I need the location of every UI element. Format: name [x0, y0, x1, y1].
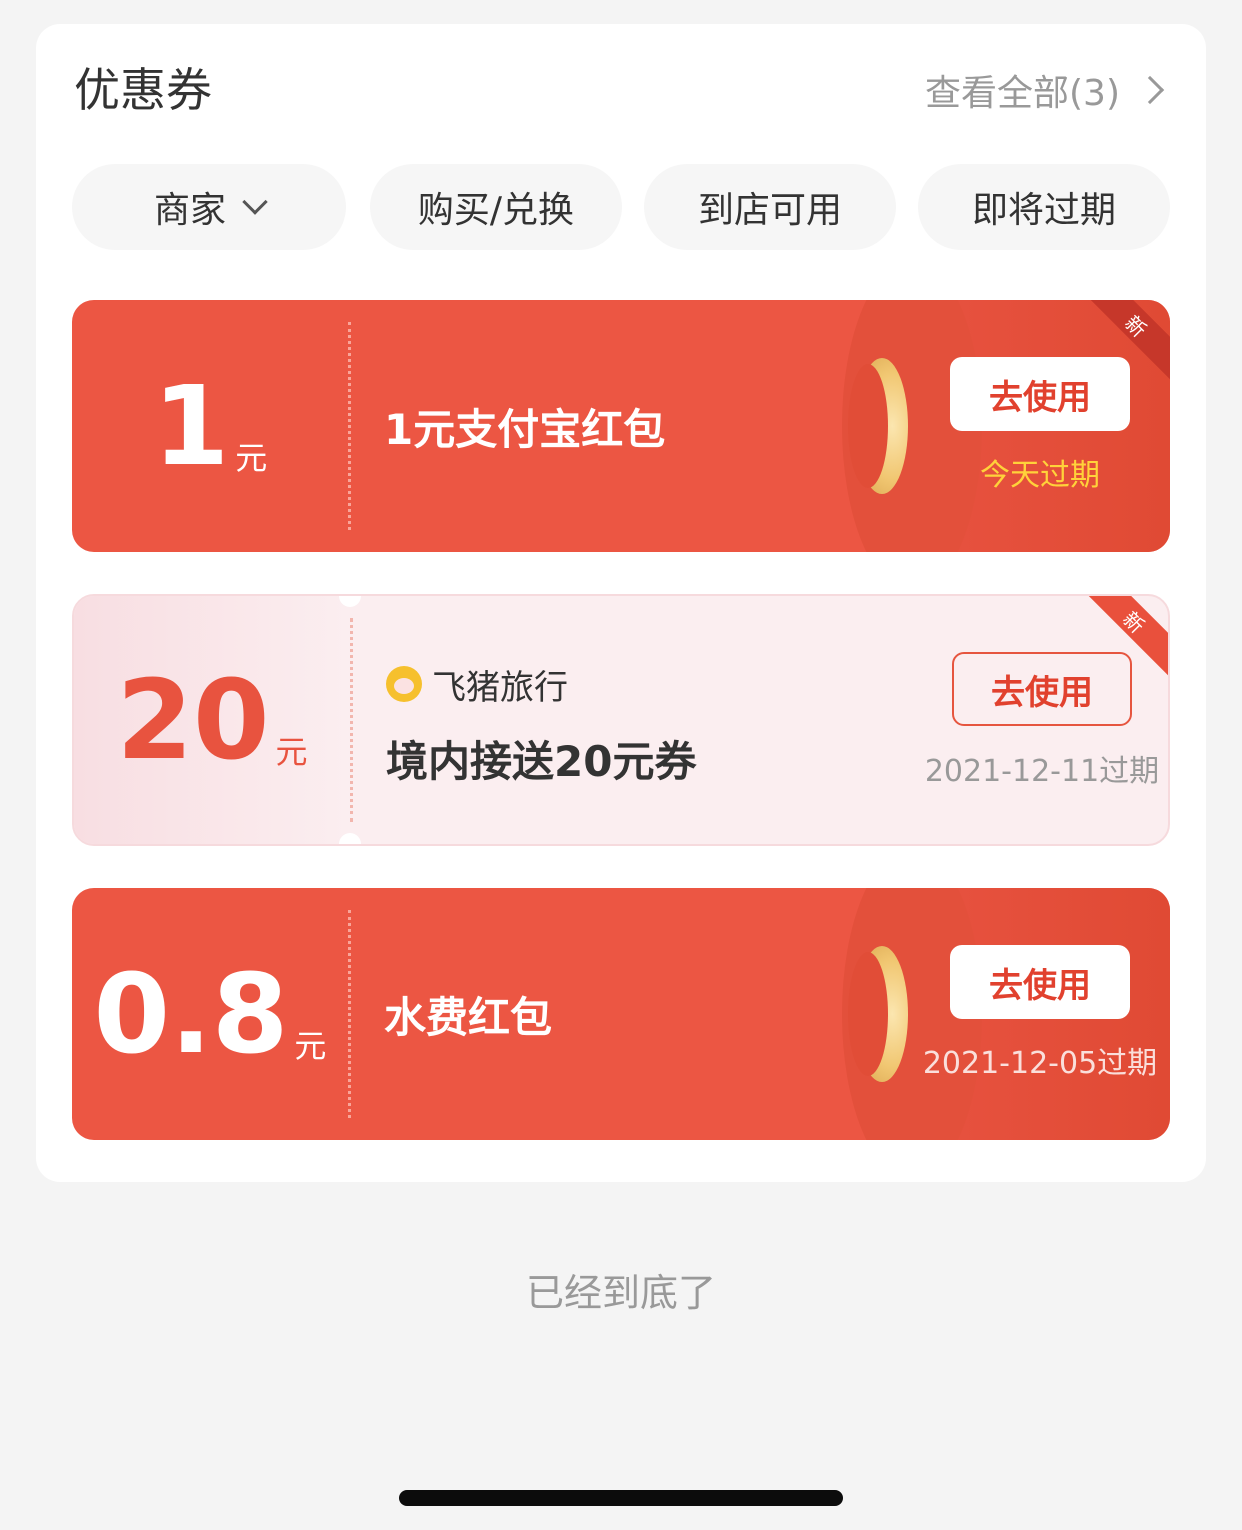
- expire-text: 今天过期: [980, 458, 1100, 493]
- coupon-item[interactable]: 0.8 元 水费红包 去使用 2021-12-05过期: [72, 888, 1170, 1140]
- use-button[interactable]: 去使用: [950, 357, 1130, 431]
- filter-in-store[interactable]: 到店可用: [644, 164, 896, 250]
- filter-label: 到店可用: [697, 190, 842, 231]
- fliggy-logo-icon: [386, 666, 422, 702]
- merchant-name: 飞猪旅行: [432, 667, 568, 708]
- coupon-card: 优惠券 查看全部(3) 商家 购买/兑换 到店可用 即将过期 1 元 1元支付宝…: [36, 24, 1206, 1182]
- use-button[interactable]: 去使用: [950, 945, 1130, 1019]
- chevron-down-icon: [242, 189, 268, 215]
- view-all-link[interactable]: 查看全部(3): [925, 60, 1170, 120]
- home-indicator[interactable]: [399, 1490, 843, 1506]
- gold-coin-icon: [848, 358, 908, 494]
- expire-text: 2021-12-11过期: [924, 754, 1160, 789]
- coupon-name: 水费红包: [384, 992, 553, 1042]
- coupon-name: 境内接送20元券: [386, 737, 697, 786]
- filter-purchase-exchange[interactable]: 购买/兑换: [370, 164, 622, 250]
- amount-value: 0.8: [93, 950, 289, 1078]
- coupon-divider: [348, 322, 351, 530]
- amount-value: 1: [152, 362, 230, 490]
- coupon-item[interactable]: 20 元 飞猪旅行 境内接送20元券 去使用 2021-12-11过期 新: [72, 594, 1170, 846]
- section-title: 优惠券: [74, 63, 212, 117]
- merchant-info: 飞猪旅行: [386, 664, 568, 708]
- end-of-list-text: 已经到底了: [525, 1271, 716, 1315]
- amount-unit: 元: [294, 1027, 327, 1065]
- chevron-right-icon: [1135, 75, 1165, 105]
- coupon-divider: [350, 618, 353, 822]
- filter-label: 商家: [153, 190, 226, 231]
- coupon-divider: [348, 910, 351, 1118]
- expire-text: 2021-12-05过期: [922, 1046, 1158, 1081]
- coupon-name: 1元支付宝红包: [384, 404, 666, 454]
- card-header: 优惠券 查看全部(3): [74, 60, 1170, 120]
- filter-merchant[interactable]: 商家: [72, 164, 346, 250]
- filter-label: 即将过期: [971, 190, 1116, 231]
- amount-value: 20: [116, 656, 270, 784]
- coupon-amount: 20 元: [74, 596, 350, 844]
- filter-label: 购买/兑换: [417, 190, 575, 231]
- amount-unit: 元: [275, 733, 308, 771]
- coupon-item[interactable]: 1 元 1元支付宝红包 去使用 今天过期 新: [72, 300, 1170, 552]
- amount-unit: 元: [235, 439, 268, 477]
- view-all-label: 查看全部(3): [925, 73, 1120, 114]
- filter-bar: 商家 购买/兑换 到店可用 即将过期: [72, 164, 1170, 250]
- gold-coin-icon: [848, 946, 908, 1082]
- filter-expiring-soon[interactable]: 即将过期: [918, 164, 1170, 250]
- coupon-amount: 1 元: [72, 300, 348, 552]
- new-badge-label: 新: [1118, 606, 1150, 638]
- coupon-amount: 0.8 元: [72, 888, 348, 1140]
- use-button[interactable]: 去使用: [952, 652, 1132, 726]
